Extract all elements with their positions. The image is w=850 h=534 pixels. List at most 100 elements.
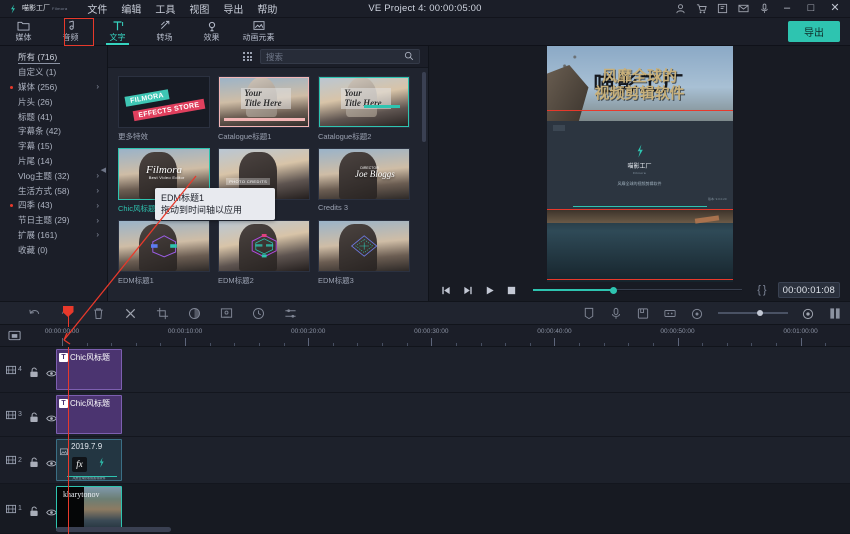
- timeline-ruler[interactable]: 00:00:00:0000:00:10:0000:00:20:0000:00:3…: [0, 325, 850, 347]
- unlock-icon[interactable]: [29, 365, 39, 375]
- unlock-icon[interactable]: [29, 455, 39, 465]
- mark-in-out-icons[interactable]: {}: [757, 284, 768, 296]
- tab-audio[interactable]: 音频: [47, 18, 94, 46]
- menu-edit[interactable]: 编辑: [121, 1, 141, 16]
- category-title[interactable]: 标题 (41): [0, 109, 107, 124]
- track-body-4[interactable]: T Chic风标题: [56, 347, 850, 392]
- preview-video[interactable]: 喵影工厂 喵影工厂 Filmora 风靡全球的视频剪辑软件 版本: 9.0.0.…: [547, 46, 733, 282]
- timeline-clip-text-3[interactable]: T Chic风标题: [56, 395, 122, 434]
- audio-mixer-icon[interactable]: [284, 307, 297, 320]
- tab-transition[interactable]: 转场: [141, 18, 188, 46]
- timeline-horizontal-scrollbar[interactable]: [56, 527, 846, 532]
- menu-view[interactable]: 视图: [189, 1, 209, 16]
- credits-overlay-text: Joe Bloggs: [355, 169, 395, 179]
- browser-scrollbar[interactable]: [422, 68, 427, 301]
- template-item-edm-title-1[interactable]: EDM标题1: [118, 220, 210, 286]
- zoom-knob[interactable]: [757, 310, 763, 316]
- app-name-label: 喵影工厂: [22, 5, 50, 12]
- player-timecode[interactable]: 00:00:01:08: [778, 282, 840, 298]
- stop-icon[interactable]: [505, 284, 518, 297]
- template-item-edm-title-3[interactable]: EDM标题3: [318, 220, 410, 286]
- eye-icon[interactable]: [46, 410, 56, 420]
- seek-slider[interactable]: [533, 284, 742, 296]
- template-item-more-effects[interactable]: FILMORA EFFECTS STORE 更多特效: [118, 76, 210, 142]
- category-opener[interactable]: 片头 (26): [0, 94, 107, 109]
- grid-view-icon[interactable]: [243, 52, 252, 61]
- track-body-2[interactable]: 2019.7.9 fx 风靡全球的视频剪辑软件: [56, 437, 850, 483]
- undo-icon[interactable]: [28, 307, 41, 320]
- timeline-playhead[interactable]: [68, 347, 69, 534]
- timeline-zoom-slider[interactable]: [718, 308, 788, 318]
- timeline-clip-image-2[interactable]: 2019.7.9 fx 风靡全球的视频剪辑软件: [56, 439, 122, 481]
- app-name: 喵影工厂 Filmora: [22, 5, 67, 12]
- template-item-catalogue-title-1[interactable]: YourTitle Here Catalogue标题1: [218, 76, 310, 142]
- timeline-clip-text-4[interactable]: T Chic风标题: [56, 349, 122, 390]
- search-icon[interactable]: [404, 48, 414, 66]
- unlock-icon[interactable]: [29, 410, 39, 420]
- store-icon[interactable]: [717, 3, 728, 14]
- menu-file[interactable]: 文件: [87, 1, 107, 16]
- green-screen-icon[interactable]: [220, 307, 233, 320]
- zoom-out-icon[interactable]: [691, 307, 704, 320]
- unlock-icon[interactable]: [29, 504, 39, 514]
- prev-frame-icon[interactable]: [439, 284, 452, 297]
- minimize-button[interactable]: –: [780, 3, 794, 14]
- timeline-snapshot-icon[interactable]: [8, 329, 22, 342]
- category-lifestyle[interactable]: 生活方式 (58) ›: [0, 183, 107, 198]
- export-button[interactable]: 导出: [788, 21, 840, 42]
- next-frame-icon[interactable]: [461, 284, 474, 297]
- pip-icon[interactable]: [664, 307, 677, 320]
- cart-icon[interactable]: [696, 3, 707, 14]
- seek-knob[interactable]: [610, 287, 617, 294]
- voiceover-icon[interactable]: [610, 307, 623, 320]
- category-subtitle[interactable]: 字幕 (15): [0, 139, 107, 154]
- tab-animation-elements[interactable]: 动画元素: [235, 18, 282, 46]
- marker-icon[interactable]: [583, 307, 596, 320]
- eye-icon[interactable]: [46, 365, 56, 375]
- category-lowerthird[interactable]: 字幕条 (42): [0, 124, 107, 139]
- split-icon[interactable]: [124, 307, 137, 320]
- collapse-sidebar-icon[interactable]: ◀: [101, 166, 106, 174]
- account-icon[interactable]: [675, 3, 686, 14]
- record-icon[interactable]: [637, 307, 650, 320]
- menu-export[interactable]: 导出: [223, 1, 243, 16]
- color-icon[interactable]: [188, 307, 201, 320]
- category-seasons[interactable]: 四季 (43) ›: [0, 198, 107, 213]
- zoom-in-icon[interactable]: [802, 307, 815, 320]
- play-icon[interactable]: [483, 284, 496, 297]
- timeline-clip-video-1[interactable]: kharytonov: [56, 486, 122, 531]
- tab-effects[interactable]: 效果: [188, 18, 235, 46]
- delete-icon[interactable]: [92, 307, 105, 320]
- speed-icon[interactable]: [252, 307, 265, 320]
- category-custom[interactable]: 自定义 (1): [0, 65, 107, 80]
- eye-icon[interactable]: [46, 455, 56, 465]
- category-all[interactable]: 所有 (716): [0, 50, 107, 65]
- search-input[interactable]: [266, 52, 404, 62]
- menu-tools[interactable]: 工具: [155, 1, 175, 16]
- category-extensions[interactable]: 扩展 (161) ›: [0, 228, 107, 243]
- close-button[interactable]: ✕: [828, 3, 842, 14]
- crop-icon[interactable]: [156, 307, 169, 320]
- category-holiday[interactable]: 节日主题 (29) ›: [0, 213, 107, 228]
- search-box[interactable]: [260, 49, 420, 64]
- category-media[interactable]: 媒体 (256) ›: [0, 80, 107, 95]
- maximize-button[interactable]: □: [804, 3, 818, 14]
- mic-icon[interactable]: [759, 3, 770, 14]
- tab-text-label: 文字: [110, 32, 126, 43]
- category-vlog[interactable]: Vlog主题 (32) ›: [0, 168, 107, 183]
- tab-text[interactable]: 文字: [94, 18, 141, 46]
- template-item-edm-title-2[interactable]: EDM标题2: [218, 220, 310, 286]
- category-endcredit[interactable]: 片尾 (14): [0, 154, 107, 169]
- track-body-3[interactable]: T Chic风标题: [56, 393, 850, 436]
- mark-out-icon[interactable]: }: [763, 284, 769, 296]
- track-body-1[interactable]: kharytonov: [56, 484, 850, 533]
- menu-help[interactable]: 帮助: [257, 1, 277, 16]
- eye-icon[interactable]: [46, 504, 56, 514]
- category-favorites[interactable]: 收藏 (0): [0, 242, 107, 257]
- timeline-layout-icon[interactable]: [829, 307, 842, 320]
- mail-icon[interactable]: [738, 3, 749, 14]
- tab-media[interactable]: 媒体: [0, 18, 47, 46]
- template-item-credits-3[interactable]: DIRECTOR Joe Bloggs Credits 3: [318, 148, 410, 214]
- brand-sub-label: Filmora: [633, 171, 646, 175]
- template-item-catalogue-title-2[interactable]: YourTitle Here Catalogue标题2: [318, 76, 410, 142]
